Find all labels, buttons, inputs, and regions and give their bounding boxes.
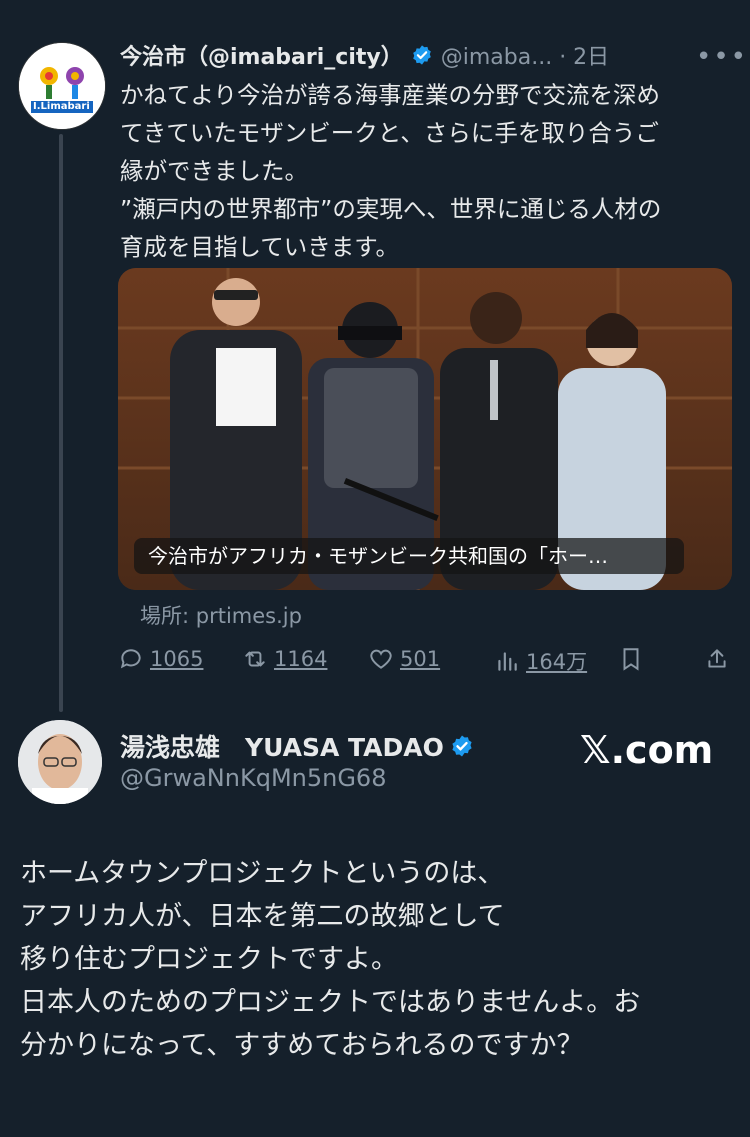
reply-author-name-row: 湯浅忠雄 YUASA TADAO bbox=[120, 728, 474, 764]
verified-badge-icon bbox=[452, 735, 472, 757]
tweet-line: ”瀬戸内の世界都市”の実現へ、世界に通じる人材の bbox=[120, 195, 662, 223]
reply-button[interactable]: 1065 bbox=[118, 646, 203, 672]
tweet-line: かねてより今治が誇る海事産業の分野で交流を深め bbox=[120, 81, 661, 109]
reply-icon bbox=[120, 649, 141, 669]
tweet-body: かねてより今治が誇る海事産業の分野で交流を深め てきていたモザンビークと、さらに… bbox=[120, 76, 730, 266]
reply-line: アフリカ人が、日本を第二の故郷として bbox=[20, 901, 505, 932]
verified-badge-icon bbox=[412, 45, 431, 65]
reply-line: 分かりになって、すすめておられるのですか？ bbox=[20, 1030, 584, 1061]
x-com-watermark: 𝕏.com bbox=[580, 728, 714, 772]
handle-and-time[interactable]: @imaba... · 2日 bbox=[441, 39, 609, 71]
reply-body: ホームタウンプロジェクトというのは、 アフリカ人が、日本を第二の故郷として 移り… bbox=[20, 852, 732, 1067]
action-bar: 1065 1164 501 164万 bbox=[118, 646, 732, 680]
author-name[interactable]: 今治市（@imabari_city） bbox=[120, 39, 403, 71]
tweet-line: てきていたモザンビークと、さらに手を取り合うご bbox=[120, 119, 659, 147]
reply-line: ホームタウンプロジェクトというのは、 bbox=[20, 858, 505, 889]
tweet-header: 今治市（@imabari_city） @imaba... · 2日 bbox=[120, 38, 609, 72]
like-button[interactable]: 501 bbox=[368, 646, 440, 672]
share-icon bbox=[708, 649, 726, 668]
thread-connector-line bbox=[59, 134, 63, 712]
views-count: 164万 bbox=[526, 650, 588, 674]
reply-line: 移り住むプロジェクトですよ。 bbox=[20, 944, 398, 975]
imabari-logo-icon bbox=[19, 43, 105, 129]
reply-author-avatar[interactable] bbox=[18, 720, 102, 804]
bookmark-button[interactable] bbox=[618, 646, 644, 672]
tweet-line: 育成を目指していきます。 bbox=[120, 233, 399, 261]
more-icon[interactable]: ••• bbox=[696, 42, 748, 72]
reply-line: 日本人のためのプロジェクトではありませんよ。お bbox=[20, 987, 641, 1018]
like-icon bbox=[370, 649, 392, 669]
retweet-icon bbox=[245, 651, 265, 667]
imabari-city-avatar[interactable]: I.Limabari bbox=[18, 42, 106, 130]
retweet-count: 1164 bbox=[274, 647, 328, 671]
views-icon bbox=[498, 652, 517, 671]
reply-author-name[interactable]: 湯浅忠雄 YUASA TADAO bbox=[120, 728, 444, 764]
avatar-logo-text: I.Limabari bbox=[33, 101, 90, 112]
bookmark-icon bbox=[623, 648, 639, 671]
like-count: 501 bbox=[400, 647, 441, 671]
reply-handle[interactable]: @GrwaNnKqMn5nG68 bbox=[120, 764, 386, 792]
card-caption[interactable]: 今治市がアフリカ・モザンビーク共和国の「ホー… bbox=[134, 538, 684, 574]
views-button[interactable]: 164万 bbox=[494, 646, 587, 676]
share-button[interactable] bbox=[704, 646, 730, 672]
reply-count: 1065 bbox=[150, 647, 204, 671]
reply-avatar-image bbox=[18, 720, 102, 804]
retweet-button[interactable]: 1164 bbox=[242, 646, 327, 672]
tweet-line: 縁ができました。 bbox=[120, 157, 308, 185]
card-source[interactable]: 場所: prtimes.jp bbox=[140, 600, 302, 630]
